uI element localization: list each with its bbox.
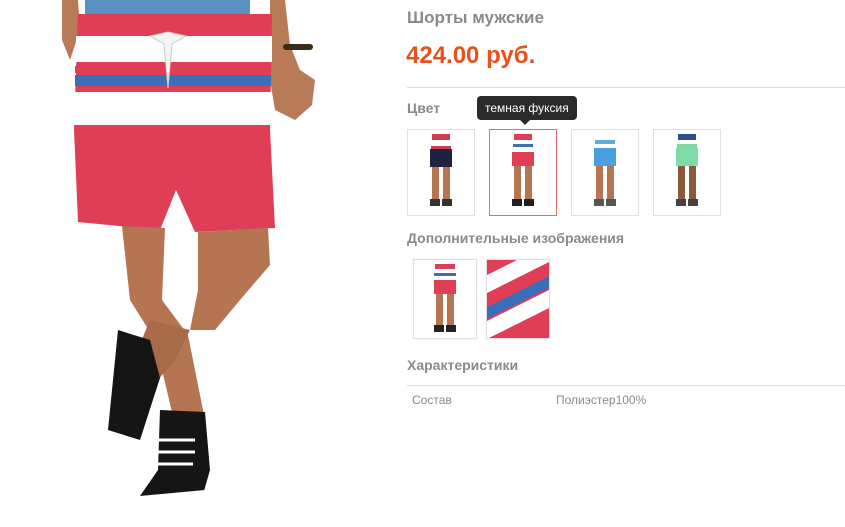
product-page: Шорты мужские 424.00 руб. Цвет темная фу… (0, 0, 845, 527)
spec-name: Состав (412, 393, 452, 407)
specs-divider (407, 385, 845, 386)
color-swatch-navy[interactable] (407, 129, 475, 216)
divider (407, 87, 845, 88)
color-tooltip: темная фуксия (477, 96, 577, 120)
color-heading: Цвет (407, 100, 441, 116)
tooltip-arrow (520, 120, 530, 125)
color-swatch-mint[interactable] (653, 129, 721, 216)
spec-value: Полиэстер100% (556, 393, 647, 407)
extra-image-2[interactable] (486, 259, 550, 339)
extra-image-1[interactable] (413, 259, 477, 339)
main-product-image (0, 0, 380, 527)
specs-heading: Характеристики (407, 357, 519, 373)
color-swatch-light-blue[interactable] (571, 129, 639, 216)
extra-images-heading: Дополнительные изображения (407, 230, 625, 246)
product-title: Шорты мужские (407, 8, 544, 27)
color-swatch-dark-fuchsia[interactable] (489, 129, 557, 216)
product-price: 424.00 руб. (406, 42, 536, 69)
